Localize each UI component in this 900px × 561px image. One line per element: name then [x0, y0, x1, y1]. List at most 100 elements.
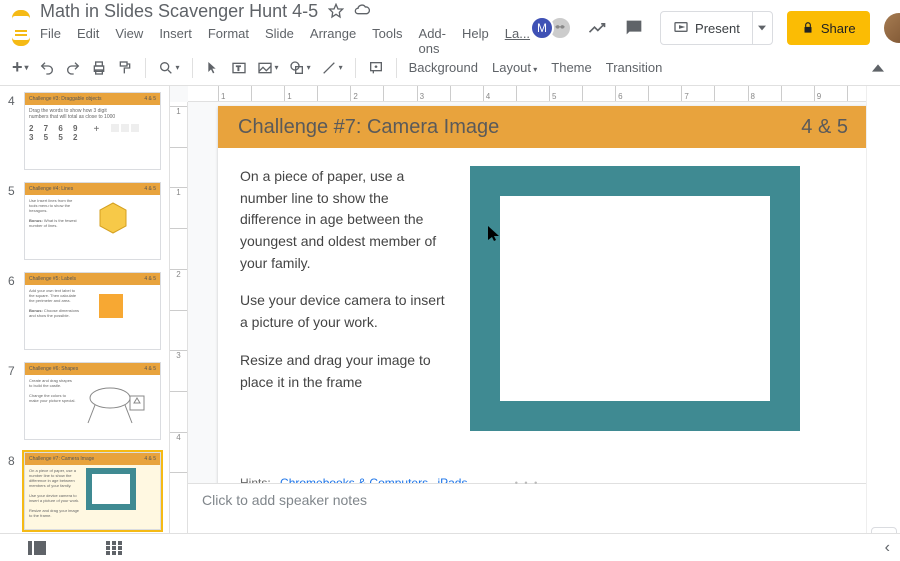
share-label: Share	[821, 21, 856, 36]
share-button[interactable]: Share	[787, 11, 870, 45]
ruler-tick: 1	[218, 86, 251, 101]
notes-drag-handle[interactable]: • • •	[515, 478, 539, 488]
speaker-notes[interactable]: • • • Click to add speaker notes	[188, 483, 866, 533]
present-button[interactable]: Present	[661, 12, 752, 44]
menu-addons[interactable]: Add-ons	[419, 26, 446, 56]
ruler-tick	[170, 472, 187, 513]
image-tool[interactable]: ▾	[257, 60, 279, 76]
chevron-up-icon	[872, 62, 884, 74]
ruler-tick	[170, 147, 187, 188]
present-icon	[673, 20, 689, 36]
theme-button[interactable]: Theme	[551, 60, 591, 75]
thumbnail-row: 6Challenge #5: Labels4 & 5Add your own t…	[8, 272, 161, 350]
thumbnail-number: 8	[8, 452, 18, 530]
ruler-tick	[170, 391, 187, 432]
activity-icon[interactable]	[586, 17, 608, 39]
present-dropdown[interactable]	[752, 12, 772, 44]
menu-view[interactable]: View	[115, 26, 143, 56]
ruler-tick	[170, 228, 187, 269]
slide-text-block[interactable]: On a piece of paper, use a number line t…	[240, 166, 450, 431]
filmstrip-view-icon[interactable]	[28, 541, 46, 555]
ruler-tick: 3	[417, 86, 450, 101]
ruler-tick: 9	[814, 86, 847, 101]
ruler-tick	[170, 310, 187, 351]
ruler-tick: 1	[170, 106, 187, 147]
menu-help[interactable]: Help	[462, 26, 489, 56]
slide-title-bar[interactable]: Challenge #7: Camera Image 4 & 5	[218, 106, 868, 148]
ruler-tick: 4	[483, 86, 516, 101]
thumbnail-slide[interactable]: Challenge #3: Draggable objects4 & 5Drag…	[24, 92, 161, 170]
caret-down-icon	[758, 24, 766, 32]
ruler-tick: 4	[170, 432, 187, 473]
slide-paragraph-2: Use your device camera to insert a pictu…	[240, 290, 450, 333]
menu-arrange[interactable]: Arrange	[310, 26, 356, 56]
menu-format[interactable]: Format	[208, 26, 249, 56]
cloud-icon[interactable]	[354, 3, 370, 19]
transition-button[interactable]: Transition	[606, 60, 663, 75]
redo-button[interactable]	[65, 60, 81, 76]
ruler-tick	[317, 86, 350, 101]
avatar-m[interactable]: M	[530, 16, 554, 40]
document-title[interactable]: Math in Slides Scavenger Hunt 4-5	[40, 1, 318, 22]
slides-logo[interactable]	[12, 10, 30, 46]
zoom-button[interactable]: ▾	[158, 60, 180, 76]
select-tool[interactable]	[205, 60, 221, 76]
ruler-tick: 2	[170, 269, 187, 310]
thumbnail-number: 4	[8, 92, 18, 170]
present-label: Present	[695, 21, 740, 36]
background-button[interactable]: Background	[409, 60, 478, 75]
textbox-tool[interactable]: T	[231, 60, 247, 76]
ruler-tick	[251, 86, 284, 101]
ruler-tick: 7	[681, 86, 714, 101]
ruler-tick	[450, 86, 483, 101]
slide-title-text: Challenge #7: Camera Image	[238, 116, 499, 139]
menu-file[interactable]: File	[40, 26, 61, 56]
ruler-horizontal: 1123456789	[188, 86, 900, 102]
slide-panel[interactable]: 4Challenge #3: Draggable objects4 & 5Dra…	[0, 86, 170, 533]
menubar: File Edit View Insert Format Slide Arran…	[40, 26, 530, 56]
ruler-tick	[383, 86, 416, 101]
speaker-notes-placeholder: Click to add speaker notes	[202, 492, 367, 508]
undo-button[interactable]	[39, 60, 55, 76]
shape-tool[interactable]: ▾	[289, 60, 311, 76]
menu-tools[interactable]: Tools	[372, 26, 402, 56]
bottom-expand[interactable]: ‹	[885, 539, 890, 557]
ruler-tick	[648, 86, 681, 101]
right-rail	[866, 86, 900, 561]
comments-icon[interactable]	[622, 16, 646, 40]
new-slide-button[interactable]: +▾	[12, 57, 29, 78]
menu-insert[interactable]: Insert	[159, 26, 192, 56]
slide-canvas[interactable]: Challenge #7: Camera Image 4 & 5 On a pi…	[218, 106, 868, 506]
thumbnail-row: 8Challenge #7: Camera Image4 & 5On a pie…	[8, 452, 161, 530]
thumbnail-number: 7	[8, 362, 18, 440]
menu-edit[interactable]: Edit	[77, 26, 99, 56]
ruler-tick: 1	[170, 187, 187, 228]
grid-view-icon[interactable]	[106, 541, 122, 555]
layout-button[interactable]: Layout ▾	[492, 60, 537, 75]
ruler-tick: 2	[350, 86, 383, 101]
line-tool[interactable]: ▾	[321, 60, 343, 76]
toolbar-collapse[interactable]	[872, 62, 888, 74]
profile-avatar[interactable]	[884, 13, 900, 43]
thumbnail-slide[interactable]: Challenge #4: Lines4 & 5Use Insert lines…	[24, 182, 161, 260]
thumbnail-slide[interactable]: Challenge #7: Camera Image4 & 5On a piec…	[24, 452, 161, 530]
image-frame[interactable]	[470, 166, 800, 431]
ruler-tick: 3	[170, 350, 187, 391]
thumbnail-number: 5	[8, 182, 18, 260]
ruler-tick: 6	[615, 86, 648, 101]
ruler-tick	[781, 86, 814, 101]
thumbnail-row: 7Challenge #6: Shapes4 & 5Create and dra…	[8, 362, 161, 440]
thumbnail-slide[interactable]: Challenge #6: Shapes4 & 5Create and drag…	[24, 362, 161, 440]
menu-slide[interactable]: Slide	[265, 26, 294, 56]
slide-paragraph-3: Resize and drag your image to place it i…	[240, 350, 450, 393]
comment-tool[interactable]	[368, 60, 384, 76]
paint-format-button[interactable]	[117, 60, 133, 76]
lock-icon	[801, 21, 815, 35]
collaborator-avatars[interactable]: M	[530, 16, 572, 40]
print-button[interactable]	[91, 60, 107, 76]
image-frame-inner	[500, 196, 770, 401]
thumbnail-slide[interactable]: Challenge #5: Labels4 & 5Add your own te…	[24, 272, 161, 350]
ruler-tick: 1	[284, 86, 317, 101]
last-edit[interactable]: La...	[505, 26, 530, 56]
star-icon[interactable]	[328, 3, 344, 19]
